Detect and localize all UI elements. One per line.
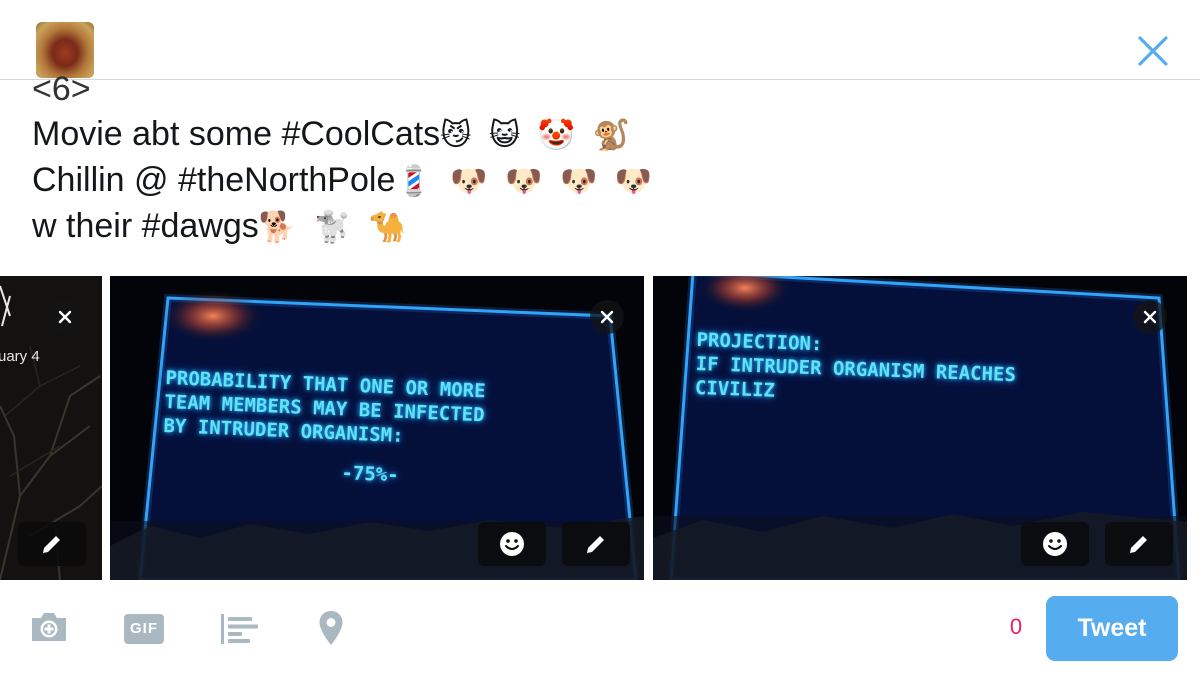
location-button[interactable] bbox=[318, 610, 344, 651]
screen-text: PROJECTION: IF INTRUDER ORGANISM REACHES C… bbox=[694, 328, 1017, 402]
remove-media-button[interactable] bbox=[48, 300, 82, 334]
close-icon bbox=[600, 310, 614, 324]
poll-icon bbox=[221, 614, 258, 644]
camera-icon bbox=[32, 613, 66, 641]
close-icon bbox=[1143, 310, 1157, 324]
tweet-text-line: Movie abt some #CoolCats😼 😺 🤡 🐒 bbox=[32, 115, 635, 153]
add-sticker-button[interactable] bbox=[478, 522, 546, 566]
close-icon bbox=[58, 310, 72, 324]
pencil-icon bbox=[1130, 536, 1147, 553]
tweet-text-line: Chillin @ #theNorthPole💈 🐶 🐶 🐶 🐶 bbox=[32, 161, 657, 199]
tweet-text-field[interactable]: <6> Movie abt some #CoolCats😼 😺 🤡 🐒 Chil… bbox=[32, 76, 1162, 246]
smiley-icon bbox=[500, 532, 524, 556]
edit-media-button[interactable] bbox=[18, 522, 86, 566]
tweet-text-line: <6> bbox=[32, 76, 91, 108]
media-thumbnail[interactable]: PROBABILITY THAT ONE OR MORE TEAM MEMBERS… bbox=[110, 276, 644, 580]
edit-media-button[interactable] bbox=[562, 522, 630, 566]
close-button[interactable] bbox=[1133, 31, 1173, 71]
media-attachments[interactable]: uary 4 PROBABILITY THAT ONE OR MORE TEAM… bbox=[0, 276, 1200, 580]
add-sticker-button[interactable] bbox=[1021, 522, 1089, 566]
emoji-sequence: 🐕 🐩 🐪 bbox=[258, 210, 410, 245]
remove-media-button[interactable] bbox=[1133, 300, 1167, 334]
tweet-text-line: w their #dawgs🐕 🐩 🐪 bbox=[32, 207, 410, 245]
screen-text: PROBABILITY THAT ONE OR MORE TEAM MEMBERS… bbox=[163, 366, 486, 447]
edit-media-button[interactable] bbox=[1105, 522, 1173, 566]
pencil-icon bbox=[587, 536, 604, 553]
media-thumbnail[interactable]: uary 4 bbox=[0, 276, 102, 580]
avatar bbox=[36, 22, 94, 78]
character-count: 0 bbox=[1009, 614, 1023, 639]
date-text: uary 4 bbox=[0, 348, 40, 365]
emoji-sequence: 😼 😺 🤡 🐒 bbox=[440, 118, 635, 153]
compose-header bbox=[0, 0, 1200, 80]
screen-value: -75%- bbox=[341, 461, 400, 487]
emoji-sequence: 💈 🐶 🐶 🐶 🐶 bbox=[395, 164, 657, 199]
compose-toolbar: GIF 0 Tweet bbox=[0, 580, 1200, 675]
poll-button[interactable] bbox=[220, 613, 258, 650]
gif-button[interactable]: GIF bbox=[124, 614, 164, 644]
location-pin-icon bbox=[319, 611, 343, 645]
add-photo-button[interactable] bbox=[29, 610, 69, 649]
media-thumbnail[interactable]: PROJECTION: IF INTRUDER ORGANISM REACHES C… bbox=[653, 276, 1187, 580]
close-icon bbox=[1138, 36, 1168, 66]
smiley-icon bbox=[1043, 532, 1067, 556]
tweet-button[interactable]: Tweet bbox=[1046, 596, 1178, 661]
pencil-icon bbox=[43, 536, 60, 553]
remove-media-button[interactable] bbox=[590, 300, 624, 334]
